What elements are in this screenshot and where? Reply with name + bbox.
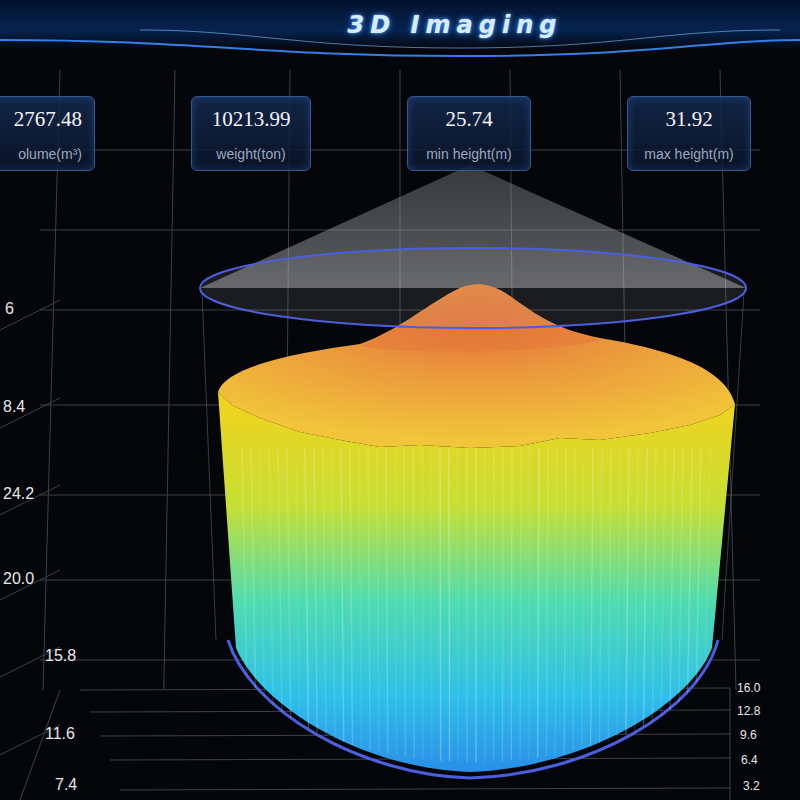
silo-rim <box>200 248 746 328</box>
page-title: 3D Imaging <box>338 7 573 43</box>
stat-card: 10213.99 weight(ton) <box>191 96 311 171</box>
axis-tick: 20.0 <box>3 570 34 588</box>
axis-tick: 12.8 <box>737 704 760 718</box>
axis-tick: 9.6 <box>740 728 757 742</box>
stat-card: 25.74 min height(m) <box>407 96 531 171</box>
stat-value: 2767.48 <box>14 107 82 132</box>
axis-tick: 24.2 <box>3 485 34 503</box>
stat-card: 2767.48 olume(m³) <box>0 96 95 171</box>
axis-tick: 8.4 <box>3 398 25 416</box>
axis-tick: 6.4 <box>741 753 758 767</box>
axis-tick: 11.6 <box>45 725 75 743</box>
stat-card: 31.92 max height(m) <box>627 96 751 171</box>
stat-value: 25.74 <box>445 107 492 132</box>
stat-value: 10213.99 <box>212 107 291 132</box>
axis-tick: 3.2 <box>743 779 760 793</box>
axis-tick: 6 <box>5 300 14 318</box>
material-body <box>218 392 735 772</box>
stat-value: 31.92 <box>665 107 712 132</box>
stat-label: max height(m) <box>644 146 733 162</box>
stat-label: olume(m³) <box>18 146 82 162</box>
stat-label: weight(ton) <box>216 146 285 162</box>
title-banner: 3D Imaging <box>0 0 800 50</box>
axis-tick: 15.8 <box>45 647 76 665</box>
stats-row: 2767.48 olume(m³) 10213.99 weight(ton) 25.74… <box>0 96 800 171</box>
stat-label: min height(m) <box>426 146 512 162</box>
axis-tick: 16.0 <box>737 681 760 695</box>
axis-tick: 7.4 <box>55 776 77 794</box>
imaging-screen: 3D Imaging 2767.48 olume(m³) 10213.99 weight… <box>0 0 800 800</box>
